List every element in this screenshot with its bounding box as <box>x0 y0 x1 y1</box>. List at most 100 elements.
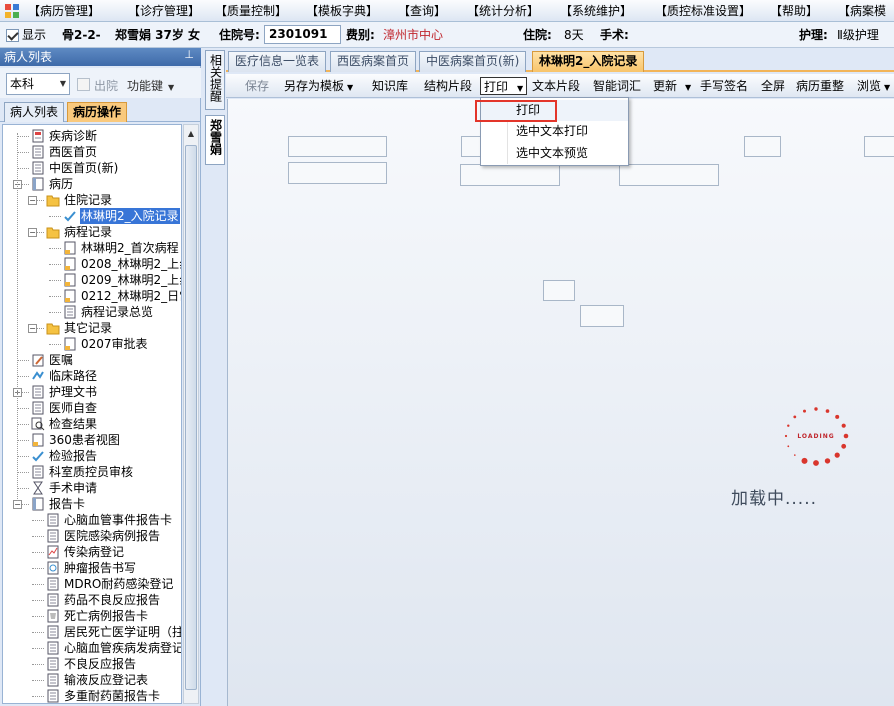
folder-book-icon <box>32 177 44 191</box>
tree-node-label: MDRO耐药感染登记 <box>64 577 174 591</box>
tree-node[interactable]: 科室质控员审核 <box>3 464 181 480</box>
menu-item-print-selection[interactable]: 选中文本打印 <box>481 121 628 142</box>
tree-node[interactable]: 林琳明2_首次病程 <box>3 240 181 256</box>
menu-qc-standard-settings[interactable]: 【质控标准设置】 <box>655 3 751 19</box>
tree-node[interactable]: 医院感染病例报告 <box>3 528 181 544</box>
menu-quality-control[interactable]: 【质量控制】 <box>215 3 287 19</box>
menu-statistics[interactable]: 【统计分析】 <box>467 3 539 19</box>
tree-node[interactable]: 死亡病例报告卡 <box>3 608 181 624</box>
tree-node[interactable]: 医师自查 <box>3 400 181 416</box>
tree-node[interactable]: 林琳明2_入院记录 <box>3 208 181 224</box>
tree-node[interactable]: 中医首页(新) <box>3 160 181 176</box>
tree-node[interactable]: 疾病诊断 <box>3 128 181 144</box>
tree-node[interactable]: 手术申请 <box>3 480 181 496</box>
form-field[interactable] <box>619 164 719 186</box>
pin-icon[interactable]: ⊥ <box>184 48 194 61</box>
tree-node[interactable]: 心脑血管事件报告卡 <box>3 512 181 528</box>
tree-node[interactable]: 0207审批表 <box>3 336 181 352</box>
tree-node[interactable]: − 病程记录 <box>3 224 181 240</box>
loading-dot <box>834 452 840 458</box>
update-button[interactable]: 更新 ▼ <box>653 77 691 95</box>
tree-node[interactable]: 检验报告 <box>3 448 181 464</box>
tab-tcm-record-home[interactable]: 中医病案首页(新) <box>419 51 527 72</box>
tree-connector <box>49 312 61 313</box>
tab-admission-record[interactable]: 林琳明2_入院记录 <box>532 51 645 72</box>
tree-node[interactable]: 医嘱 <box>3 352 181 368</box>
tab-record-operations[interactable]: 病历操作 <box>67 102 128 122</box>
tree-node[interactable]: 居民死亡医学证明（拄 <box>3 624 181 640</box>
knowledge-base-button[interactable]: 知识库 <box>372 77 408 95</box>
record-reorganize-button[interactable]: 病历重整 <box>796 77 844 95</box>
form-field[interactable] <box>580 305 624 327</box>
tree-node[interactable]: 检查结果 <box>3 416 181 432</box>
function-key-button[interactable]: 功能键 ▼ <box>127 77 174 94</box>
menu-query[interactable]: 【查询】 <box>398 3 446 19</box>
tree-node[interactable]: 肿瘤报告书写 <box>3 560 181 576</box>
tree-node[interactable]: + 护理文书 <box>3 384 181 400</box>
menu-system-maintenance[interactable]: 【系统维护】 <box>560 3 632 19</box>
menu-record-management[interactable]: 【病历管理】 <box>28 3 100 19</box>
tab-western-record-home[interactable]: 西医病案首页 <box>330 51 417 72</box>
tree-node[interactable]: 病程记录总览 <box>3 304 181 320</box>
tree-scrollbar[interactable]: ▲ <box>183 124 199 704</box>
side-tab-patient[interactable]: 郑雪娟 <box>205 115 225 165</box>
menu-item-preview-selection[interactable]: 选中文本预览 <box>481 143 628 164</box>
form-field[interactable] <box>288 136 387 157</box>
browse-button[interactable]: 浏览 ▼ <box>857 77 890 95</box>
app-icon[interactable] <box>4 3 20 19</box>
tree-node[interactable]: 药品不良反应报告 <box>3 592 181 608</box>
tree-node[interactable]: 临床路径 <box>3 368 181 384</box>
show-checkbox[interactable] <box>6 29 19 42</box>
tree-node-label: 传染病登记 <box>64 545 125 559</box>
collapse-icon[interactable]: − <box>28 228 37 237</box>
department-value: 本科 <box>10 77 35 91</box>
document-icon <box>32 465 44 479</box>
tree-node[interactable]: MDRO耐药感染登记 <box>3 576 181 592</box>
tree-node[interactable]: 不良反应报告 <box>3 656 181 672</box>
tree-node[interactable]: 0208_林琳明2_上纟 <box>3 256 182 272</box>
tree-node-label: 0208_林琳明2_上纟 <box>81 257 182 271</box>
tree-node[interactable]: 多重耐药菌报告卡 <box>3 688 181 703</box>
form-field[interactable] <box>543 280 575 301</box>
department-select[interactable]: 本科 ▼ <box>6 73 70 95</box>
scroll-up-icon[interactable]: ▲ <box>185 127 197 141</box>
form-field[interactable] <box>744 136 781 157</box>
tree-node[interactable]: − 其它记录 <box>3 320 181 336</box>
form-field[interactable] <box>288 162 387 184</box>
inpatient-no-field[interactable]: 2301091 <box>264 25 341 44</box>
menu-diagnosis-management[interactable]: 【诊疗管理】 <box>128 3 200 19</box>
tree-node[interactable]: 心脑血管疾病发病登记 <box>3 640 181 656</box>
tree-node[interactable]: − 住院记录 <box>3 192 181 208</box>
tab-medical-info-overview[interactable]: 医疗信息一览表 <box>228 51 327 72</box>
form-field[interactable] <box>460 164 560 186</box>
tree-node[interactable]: 0212_林琳明2_日常 <box>3 288 181 304</box>
scrollbar-thumb[interactable] <box>185 145 197 690</box>
handwritten-signature-button[interactable]: 手写签名 <box>700 77 748 95</box>
text-fragment-button[interactable]: 文本片段 <box>532 77 580 95</box>
collapse-icon[interactable]: − <box>13 500 22 509</box>
structure-fragment-button[interactable]: 结构片段 <box>424 77 472 95</box>
save-button[interactable]: 保存 <box>245 77 269 95</box>
collapse-icon[interactable]: − <box>28 324 37 333</box>
tree-node[interactable]: − 报告卡 <box>3 496 181 512</box>
tree-node[interactable]: 传染病登记 <box>3 544 181 560</box>
side-tab-reminders[interactable]: 相关提醒 <box>205 50 225 110</box>
tree-node[interactable]: 输液反应登记表 <box>3 672 181 688</box>
menu-template-dictionary[interactable]: 【模板字典】 <box>306 3 378 19</box>
tab-patient-list[interactable]: 病人列表 <box>4 102 65 122</box>
discharge-checkbox[interactable] <box>77 78 90 91</box>
fullscreen-button[interactable]: 全屏 <box>761 77 785 95</box>
tree-node[interactable]: − 病历 <box>3 176 181 192</box>
chart-icon <box>47 545 59 559</box>
form-field[interactable] <box>864 136 894 157</box>
chevron-down-icon: ▼ <box>168 83 175 92</box>
tree-node[interactable]: 0209_林琳明2_上纟 <box>3 272 181 288</box>
collapse-icon[interactable]: − <box>28 196 37 205</box>
tree-node[interactable]: 360患者视图 <box>3 432 181 448</box>
menu-medical-record[interactable]: 【病案模 <box>838 3 886 19</box>
tree-node[interactable]: 西医首页 <box>3 144 181 160</box>
save-as-template-button[interactable]: 另存为模板 ▼ <box>284 77 353 95</box>
print-button[interactable]: 打印 ▼ <box>480 77 528 95</box>
smart-vocabulary-button[interactable]: 智能词汇 <box>593 77 641 95</box>
menu-help[interactable]: 【帮助】 <box>770 3 818 19</box>
